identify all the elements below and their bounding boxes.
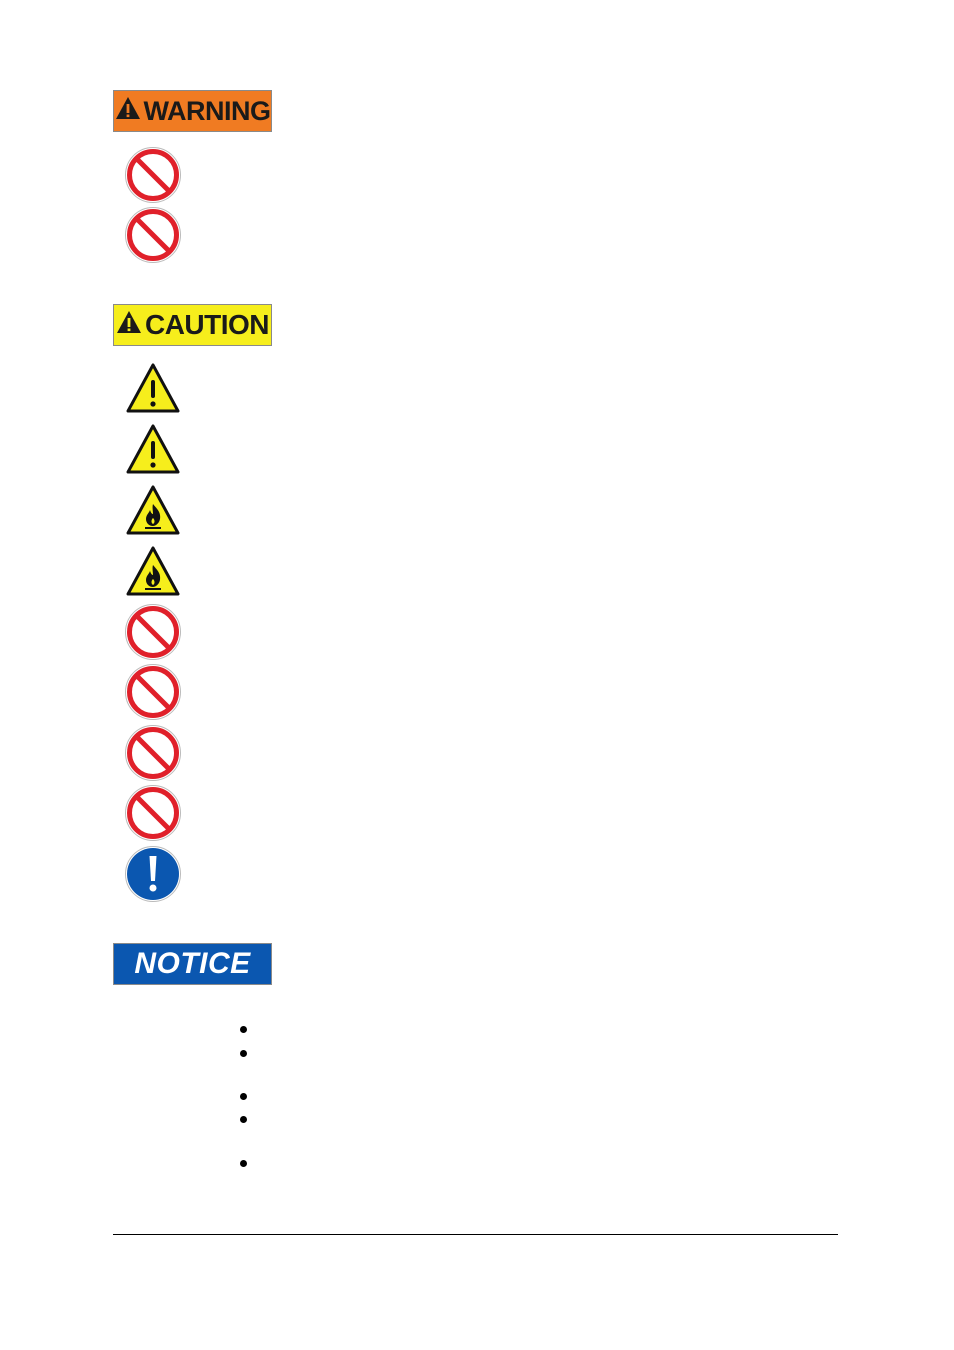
list-bullet bbox=[240, 1050, 247, 1057]
warning-banner-label: WARNING bbox=[143, 95, 272, 126]
general-warning-icon bbox=[124, 360, 182, 418]
caution-banner-label: CAUTION bbox=[144, 309, 270, 340]
list-bullet bbox=[240, 1116, 247, 1123]
notice-banner: NOTICE bbox=[113, 943, 272, 985]
general-warning-icon bbox=[124, 421, 182, 479]
alert-triangle-icon bbox=[115, 96, 141, 127]
list-bullet bbox=[240, 1026, 247, 1033]
prohibition-icon bbox=[124, 784, 182, 842]
prohibition-icon bbox=[124, 603, 182, 661]
flammable-warning-icon bbox=[124, 482, 182, 540]
prohibition-icon bbox=[124, 724, 182, 782]
mandatory-action-icon bbox=[124, 845, 182, 903]
alert-triangle-icon bbox=[116, 309, 142, 341]
prohibition-icon bbox=[124, 206, 182, 264]
footer-divider bbox=[113, 1234, 838, 1235]
list-bullet bbox=[240, 1160, 247, 1167]
prohibition-icon bbox=[124, 663, 182, 721]
list-bullet bbox=[240, 1093, 247, 1100]
warning-banner: WARNING bbox=[113, 90, 272, 132]
prohibition-icon bbox=[124, 146, 182, 204]
notice-banner-label: NOTICE bbox=[134, 947, 251, 980]
caution-banner: CAUTION bbox=[113, 304, 272, 346]
flammable-warning-icon bbox=[124, 543, 182, 601]
